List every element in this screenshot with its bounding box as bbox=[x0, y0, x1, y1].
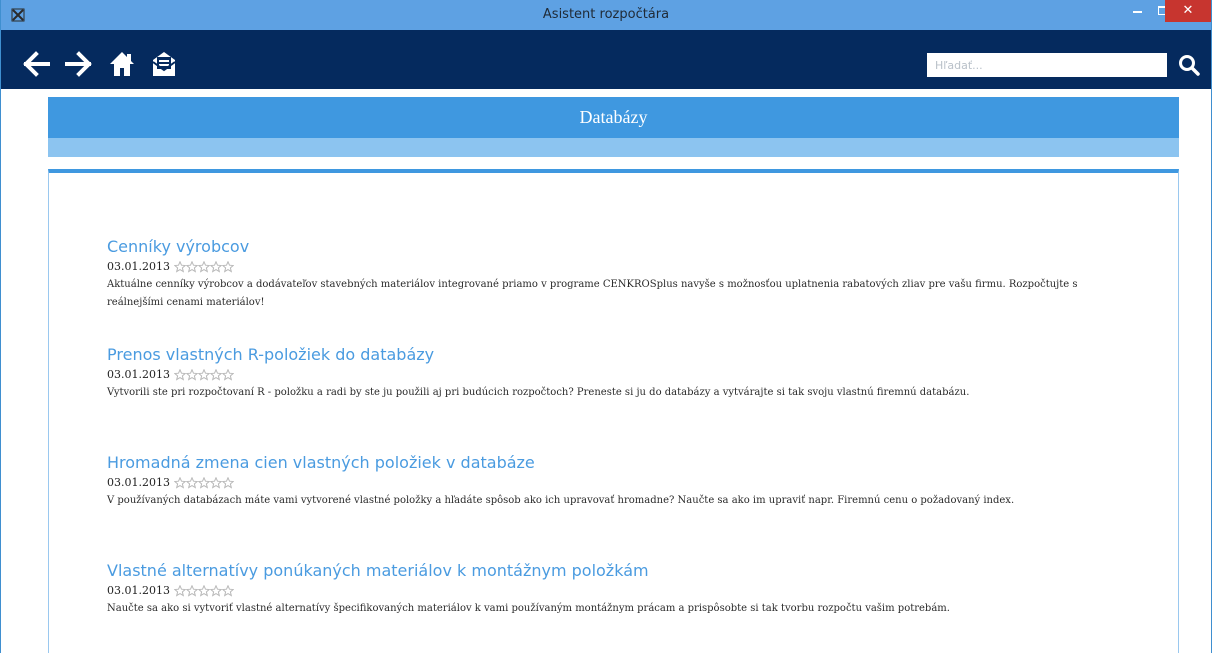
star-icon[interactable] bbox=[209, 261, 222, 273]
list-item: Hromadná zmena cien vlastných položiek v… bbox=[107, 453, 1127, 510]
star-icon[interactable] bbox=[173, 477, 186, 489]
close-button[interactable]: ✕ bbox=[1165, 0, 1211, 22]
star-icon[interactable] bbox=[209, 477, 222, 489]
star-icon[interactable] bbox=[209, 585, 222, 597]
article-title-link[interactable]: Prenos vlastných R-položiek do databázy bbox=[107, 345, 1127, 365]
star-icon[interactable] bbox=[221, 261, 234, 273]
minimize-icon bbox=[1132, 11, 1142, 13]
star-icon[interactable] bbox=[197, 477, 210, 489]
star-icon[interactable] bbox=[173, 261, 186, 273]
list-item: Vlastné alternatívy ponúkaných materiálo… bbox=[107, 561, 1127, 618]
article-date: 03.01.2013 bbox=[107, 260, 170, 273]
mail-button[interactable] bbox=[150, 50, 178, 78]
star-icon[interactable] bbox=[221, 585, 234, 597]
star-rating[interactable] bbox=[173, 585, 234, 597]
article-title-link[interactable]: Vlastné alternatívy ponúkaných materiálo… bbox=[107, 561, 1127, 581]
star-icon[interactable] bbox=[197, 369, 210, 381]
star-icon[interactable] bbox=[185, 477, 198, 489]
star-rating[interactable] bbox=[173, 369, 234, 381]
minimize-button[interactable] bbox=[1123, 0, 1151, 22]
back-arrow-icon bbox=[23, 51, 50, 77]
search-button[interactable] bbox=[1177, 53, 1201, 77]
list-item: Prenos vlastných R-položiek do databázy … bbox=[107, 345, 1127, 402]
star-icon[interactable] bbox=[173, 585, 186, 597]
page-title: Databázy bbox=[48, 97, 1179, 138]
article-title-link[interactable]: Cenníky výrobcov bbox=[107, 237, 1127, 257]
article-date: 03.01.2013 bbox=[107, 476, 170, 489]
back-button[interactable] bbox=[23, 50, 51, 78]
article-date: 03.01.2013 bbox=[107, 368, 170, 381]
mail-icon bbox=[152, 52, 176, 76]
star-rating[interactable] bbox=[173, 477, 234, 489]
article-description: Naučte sa ako si vytvoriť vlastné altern… bbox=[107, 603, 950, 614]
article-description: Aktuálne cenníky výrobcov a dodávateľov … bbox=[107, 279, 1078, 308]
home-icon bbox=[110, 52, 134, 76]
list-item: Cenníky výrobcov 03.01.2013 Aktuálne cen… bbox=[107, 237, 1127, 312]
star-icon[interactable] bbox=[197, 261, 210, 273]
star-icon[interactable] bbox=[173, 369, 186, 381]
search-input[interactable] bbox=[927, 53, 1167, 77]
home-button[interactable] bbox=[108, 50, 136, 78]
window-title: Asistent rozpočtára bbox=[542, 7, 670, 22]
star-icon[interactable] bbox=[185, 261, 198, 273]
close-icon: ✕ bbox=[1182, 3, 1194, 18]
search-icon bbox=[1179, 55, 1200, 76]
forward-arrow-icon bbox=[65, 51, 92, 77]
star-icon[interactable] bbox=[221, 477, 234, 489]
article-meta: 03.01.2013 bbox=[107, 367, 1127, 383]
article-meta: 03.01.2013 bbox=[107, 583, 1127, 599]
star-icon[interactable] bbox=[197, 585, 210, 597]
star-icon[interactable] bbox=[209, 369, 222, 381]
star-rating[interactable] bbox=[173, 261, 234, 273]
article-meta: 03.01.2013 bbox=[107, 259, 1127, 275]
forward-button[interactable] bbox=[64, 50, 92, 78]
article-meta: 03.01.2013 bbox=[107, 475, 1127, 491]
article-list: Cenníky výrobcov 03.01.2013 Aktuálne cen… bbox=[48, 169, 1179, 653]
star-icon[interactable] bbox=[221, 369, 234, 381]
star-icon[interactable] bbox=[185, 585, 198, 597]
article-description: V používaných databázach máte vami vytvo… bbox=[107, 495, 1015, 506]
toolbar bbox=[1, 30, 1211, 89]
article-date: 03.01.2013 bbox=[107, 584, 170, 597]
star-icon[interactable] bbox=[185, 369, 198, 381]
article-description: Vytvorili ste pri rozpočtovaní R - polož… bbox=[107, 387, 970, 398]
app-window: Asistent rozpočtára ✕ Hľadať... Databázy… bbox=[0, 0, 1212, 653]
article-title-link[interactable]: Hromadná zmena cien vlastných položiek v… bbox=[107, 453, 1127, 473]
title-bar: Asistent rozpočtára ✕ bbox=[1, 0, 1211, 30]
sub-header-bar bbox=[48, 138, 1179, 157]
